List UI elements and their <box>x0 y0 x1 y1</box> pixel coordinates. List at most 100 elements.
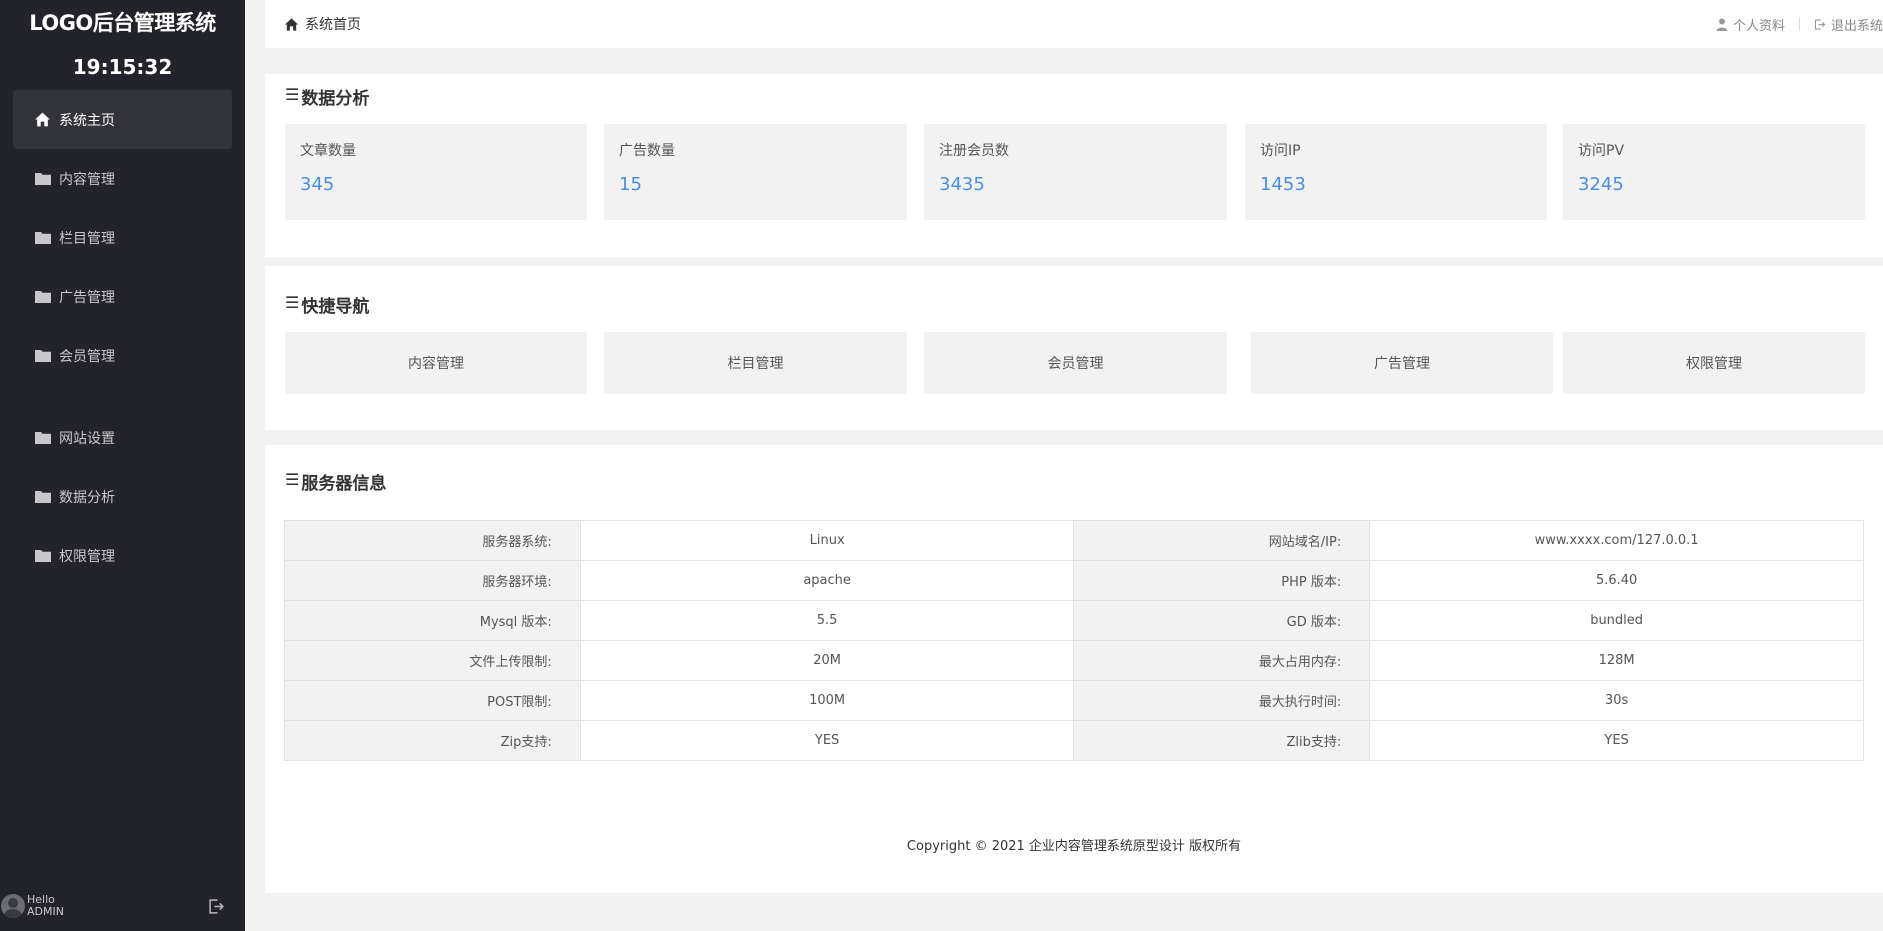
menu-divider <box>0 385 245 408</box>
menu-icon: ☰ <box>285 470 300 489</box>
section-title-label: 服务器信息 <box>301 474 387 494</box>
sidebar-item-permissions[interactable]: 权限管理 <box>0 526 245 585</box>
logout-link[interactable]: 退出系统 <box>1814 15 1883 34</box>
info-value: 20M <box>579 640 1075 681</box>
stat-value: 3435 <box>939 174 985 195</box>
menu-icon: ☰ <box>285 85 300 104</box>
sidebar-item-label: 数据分析 <box>59 489 115 506</box>
section-title: ☰ 数据分析 <box>285 84 369 109</box>
table-row: 文件上传限制: 20M 最大占用内存: 128M <box>284 640 1864 681</box>
folder-icon <box>34 429 51 446</box>
server-info-table: 服务器系统: Linux 网站域名/IP: www.xxxx.com/127.0… <box>284 520 1864 761</box>
sidebar-item-ads[interactable]: 广告管理 <box>0 267 245 326</box>
stat-card: 访问IP 1453 <box>1245 124 1547 220</box>
section-title: ☰ 服务器信息 <box>285 469 386 494</box>
info-key: Mysql 版本: <box>284 600 581 641</box>
info-key: 服务器环境: <box>284 560 581 601</box>
info-key: Zip支持: <box>284 720 581 761</box>
stat-card: 注册会员数 3435 <box>924 124 1227 220</box>
stat-label: 广告数量 <box>619 143 675 159</box>
logout-label: 退出系统 <box>1830 18 1883 34</box>
folder-icon <box>34 170 51 187</box>
app-logo: LOGO后台管理系统 <box>29 11 216 35</box>
stat-card: 访问PV 3245 <box>1563 124 1865 220</box>
info-value: Linux <box>579 520 1075 561</box>
sidebar: LOGO后台管理系统 19:15:32 系统主页 内容管理 栏目管理 广告管理 <box>0 0 245 931</box>
stat-value: 345 <box>300 174 335 195</box>
profile-link[interactable]: 个人资料 <box>1716 15 1785 34</box>
quicknav-ads[interactable]: 广告管理 <box>1251 332 1553 394</box>
section-title-label: 数据分析 <box>301 89 370 109</box>
breadcrumb-label[interactable]: 系统首页 <box>305 14 361 34</box>
copyright: Copyright © 2021 企业内容管理系统原型设计 版权所有 <box>906 839 1242 854</box>
info-key: GD 版本: <box>1073 600 1371 641</box>
table-row: POST限制: 100M 最大执行时间: 30s <box>284 680 1864 721</box>
sidebar-item-members[interactable]: 会员管理 <box>0 326 245 385</box>
sidebar-item-label: 权限管理 <box>59 548 115 565</box>
user-name: ADMIN <box>27 905 64 918</box>
table-row: Zip支持: YES Zlib支持: YES <box>284 720 1864 761</box>
quicknav-columns[interactable]: 栏目管理 <box>604 332 907 394</box>
logout-icon[interactable] <box>208 898 225 915</box>
top-actions: 个人资料 退出系统 <box>1702 0 1883 48</box>
top-bar: 系统首页 个人资料 退出系统 <box>265 0 1883 48</box>
user-box: Hello ADMIN <box>0 891 245 921</box>
sidebar-item-label: 广告管理 <box>59 289 115 306</box>
folder-icon <box>34 547 51 564</box>
stat-value: 1453 <box>1260 174 1306 195</box>
home-icon <box>34 111 51 128</box>
stat-card: 文章数量 345 <box>285 124 587 220</box>
info-key: 服务器系统: <box>284 520 581 561</box>
info-key: 最大占用内存: <box>1073 640 1371 681</box>
folder-icon <box>34 347 51 364</box>
user-text: Hello ADMIN <box>27 894 64 918</box>
breadcrumb: 系统首页 <box>284 14 361 34</box>
info-key: 网站域名/IP: <box>1073 520 1371 561</box>
user-icon <box>1716 18 1728 31</box>
folder-icon <box>34 488 51 505</box>
table-row: 服务器系统: Linux 网站域名/IP: www.xxxx.com/127.0… <box>284 520 1864 561</box>
stat-label: 文章数量 <box>300 143 356 159</box>
quicknav-members[interactable]: 会员管理 <box>924 332 1227 394</box>
menu-icon: ☰ <box>285 293 300 312</box>
info-value: 128M <box>1369 640 1864 681</box>
stats-panel: ☰ 数据分析 文章数量 345 广告数量 15 注册会员数 3435 访问IP … <box>265 74 1883 257</box>
sidebar-item-label: 栏目管理 <box>59 230 115 247</box>
info-key: 文件上传限制: <box>284 640 581 681</box>
clock: 19:15:32 <box>72 55 173 79</box>
profile-label: 个人资料 <box>1732 18 1785 34</box>
home-icon <box>284 17 299 31</box>
info-key: 最大执行时间: <box>1073 680 1371 721</box>
sidebar-item-columns[interactable]: 栏目管理 <box>0 208 245 267</box>
stat-label: 访问IP <box>1260 143 1301 159</box>
sidebar-item-label: 会员管理 <box>59 348 115 365</box>
info-key: Zlib支持: <box>1073 720 1371 761</box>
table-row: 服务器环境: apache PHP 版本: 5.6.40 <box>284 560 1864 601</box>
stat-label: 访问PV <box>1578 143 1625 159</box>
sidebar-item-content[interactable]: 内容管理 <box>0 149 245 208</box>
info-value: 5.5 <box>579 600 1075 641</box>
stat-label: 注册会员数 <box>939 143 1009 159</box>
table-row: Mysql 版本: 5.5 GD 版本: bundled <box>284 600 1864 641</box>
avatar[interactable] <box>1 894 25 918</box>
sidebar-item-home[interactable]: 系统主页 <box>13 90 232 149</box>
sidebar-item-label: 网站设置 <box>59 430 115 447</box>
logout-icon <box>1814 18 1826 30</box>
section-title: ☰ 快捷导航 <box>285 292 369 317</box>
quicknav-panel: ☰ 快捷导航 内容管理 栏目管理 会员管理 广告管理 权限管理 <box>265 266 1883 430</box>
sidebar-item-analytics[interactable]: 数据分析 <box>0 467 245 526</box>
quicknav-permissions[interactable]: 权限管理 <box>1563 332 1865 394</box>
divider <box>1798 17 1800 31</box>
info-value: 30s <box>1369 680 1864 721</box>
folder-icon <box>34 229 51 246</box>
section-title-label: 快捷导航 <box>301 297 370 317</box>
info-value: www.xxxx.com/127.0.0.1 <box>1369 520 1864 561</box>
info-key: POST限制: <box>284 680 581 721</box>
sidebar-item-label: 系统主页 <box>59 112 115 129</box>
stat-value: 15 <box>619 174 642 195</box>
info-value: YES <box>579 720 1075 761</box>
quicknav-content[interactable]: 内容管理 <box>285 332 587 394</box>
info-value: YES <box>1369 720 1864 761</box>
folder-icon <box>34 288 51 305</box>
sidebar-item-site-settings[interactable]: 网站设置 <box>0 408 245 467</box>
